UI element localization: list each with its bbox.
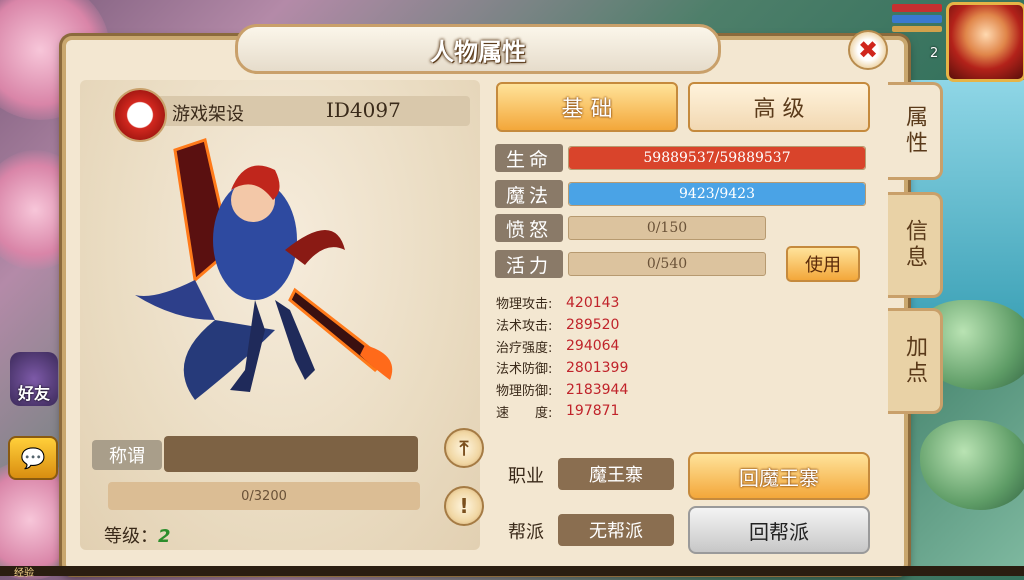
close-icon: ✖ (857, 36, 879, 64)
guild-value: 无帮派 (558, 514, 674, 546)
side-tab-attributes[interactable]: 属性 (888, 82, 943, 180)
title-label: 称谓 (92, 440, 162, 470)
use-button[interactable]: 使用 (786, 246, 860, 282)
side-tab-info[interactable]: 信息 (888, 192, 943, 298)
experience-strip: 经验 (0, 566, 1024, 579)
info-button[interactable]: ! (444, 486, 484, 526)
attribute-value: 197871 (566, 403, 620, 420)
stat-label-hp: 生命 (495, 144, 563, 172)
panel-title: 人物属性 (430, 37, 526, 66)
vitality-bar: 0/540 (568, 252, 766, 276)
level-display: 等级：2 (104, 522, 171, 548)
attribute-list: 物理攻击: 420143 法术攻击: 289520 治疗强度: 294064 法术防御… (496, 292, 628, 422)
rage-value: 0/150 (646, 220, 688, 236)
attribute-value: 2801399 (566, 359, 629, 376)
hud-rage-bar (892, 26, 942, 32)
panel-title-bar: 人物属性 (235, 24, 721, 74)
close-button[interactable]: ✖ (848, 30, 888, 70)
return-guild-button[interactable]: 回帮派 (688, 506, 870, 554)
hud-mp-bar (892, 15, 942, 23)
player-id: ID4097 (326, 98, 401, 122)
chat-icon: 💬 (20, 446, 46, 470)
rage-bar: 0/150 (568, 216, 766, 240)
attribute-row: 法术攻击: 289520 (496, 314, 628, 336)
attribute-row: 物理防御: 2183944 (496, 379, 628, 401)
profession-value: 魔王寨 (558, 458, 674, 490)
attribute-value: 420143 (566, 294, 620, 311)
attribute-value: 289520 (566, 316, 620, 333)
attribute-name: 物理防御: (496, 384, 553, 400)
background-rock (920, 420, 1024, 510)
mp-bar: 9423/9423 (568, 182, 866, 206)
hp-bar: 59889537/59889537 (568, 146, 866, 170)
stat-label-vitality: 活力 (495, 250, 563, 278)
level-label: 等级： (104, 526, 158, 547)
character-model (135, 138, 393, 400)
hud-hp-bar (892, 4, 942, 12)
exclamation-icon: ! (459, 494, 469, 518)
title-field[interactable] (164, 436, 418, 472)
attribute-name: 速 度: (496, 405, 553, 421)
attribute-row: 速 度: 197871 (496, 400, 628, 422)
hp-value: 59889537/59889537 (643, 150, 791, 166)
guild-label: 帮派 (508, 522, 544, 543)
stat-label-mp: 魔法 (495, 180, 563, 208)
mp-value: 9423/9423 (679, 186, 755, 202)
hud-level: 2 (930, 46, 939, 61)
profession-label: 职业 (508, 466, 544, 487)
upload-icon: ⤒ (459, 436, 469, 460)
attribute-name: 法术防御: (496, 362, 553, 378)
experience-text: 0/3200 (241, 488, 287, 504)
attribute-value: 294064 (566, 338, 620, 355)
attribute-row: 法术防御: 2801399 (496, 357, 628, 379)
side-tab-points[interactable]: 加点 (888, 308, 943, 414)
upload-button[interactable]: ⤒ (444, 428, 484, 468)
attribute-name: 治疗强度: (496, 340, 553, 356)
attribute-name: 法术攻击: (496, 319, 553, 335)
vitality-value: 0/540 (646, 256, 688, 272)
attribute-value: 2183944 (566, 381, 629, 398)
stat-label-rage: 愤怒 (495, 214, 563, 242)
friends-button[interactable]: 好友 (10, 352, 58, 406)
level-value: 2 (158, 526, 171, 547)
player-portrait[interactable] (946, 2, 1024, 82)
attribute-name: 物理攻击: (496, 297, 553, 313)
tab-basic[interactable]: 基 础 (496, 82, 678, 132)
friends-label: 好友 (17, 384, 50, 403)
attribute-row: 物理攻击: 420143 (496, 292, 628, 314)
tab-advanced[interactable]: 高 级 (688, 82, 870, 132)
player-name: 游戏架设 (172, 104, 244, 125)
chat-button[interactable]: 💬 (8, 436, 58, 480)
experience-bar: 0/3200 (108, 482, 420, 510)
return-profession-button[interactable]: 回魔王寨 (688, 452, 870, 500)
experience-strip-label: 经验 (14, 568, 34, 579)
attribute-row: 治疗强度: 294064 (496, 335, 628, 357)
